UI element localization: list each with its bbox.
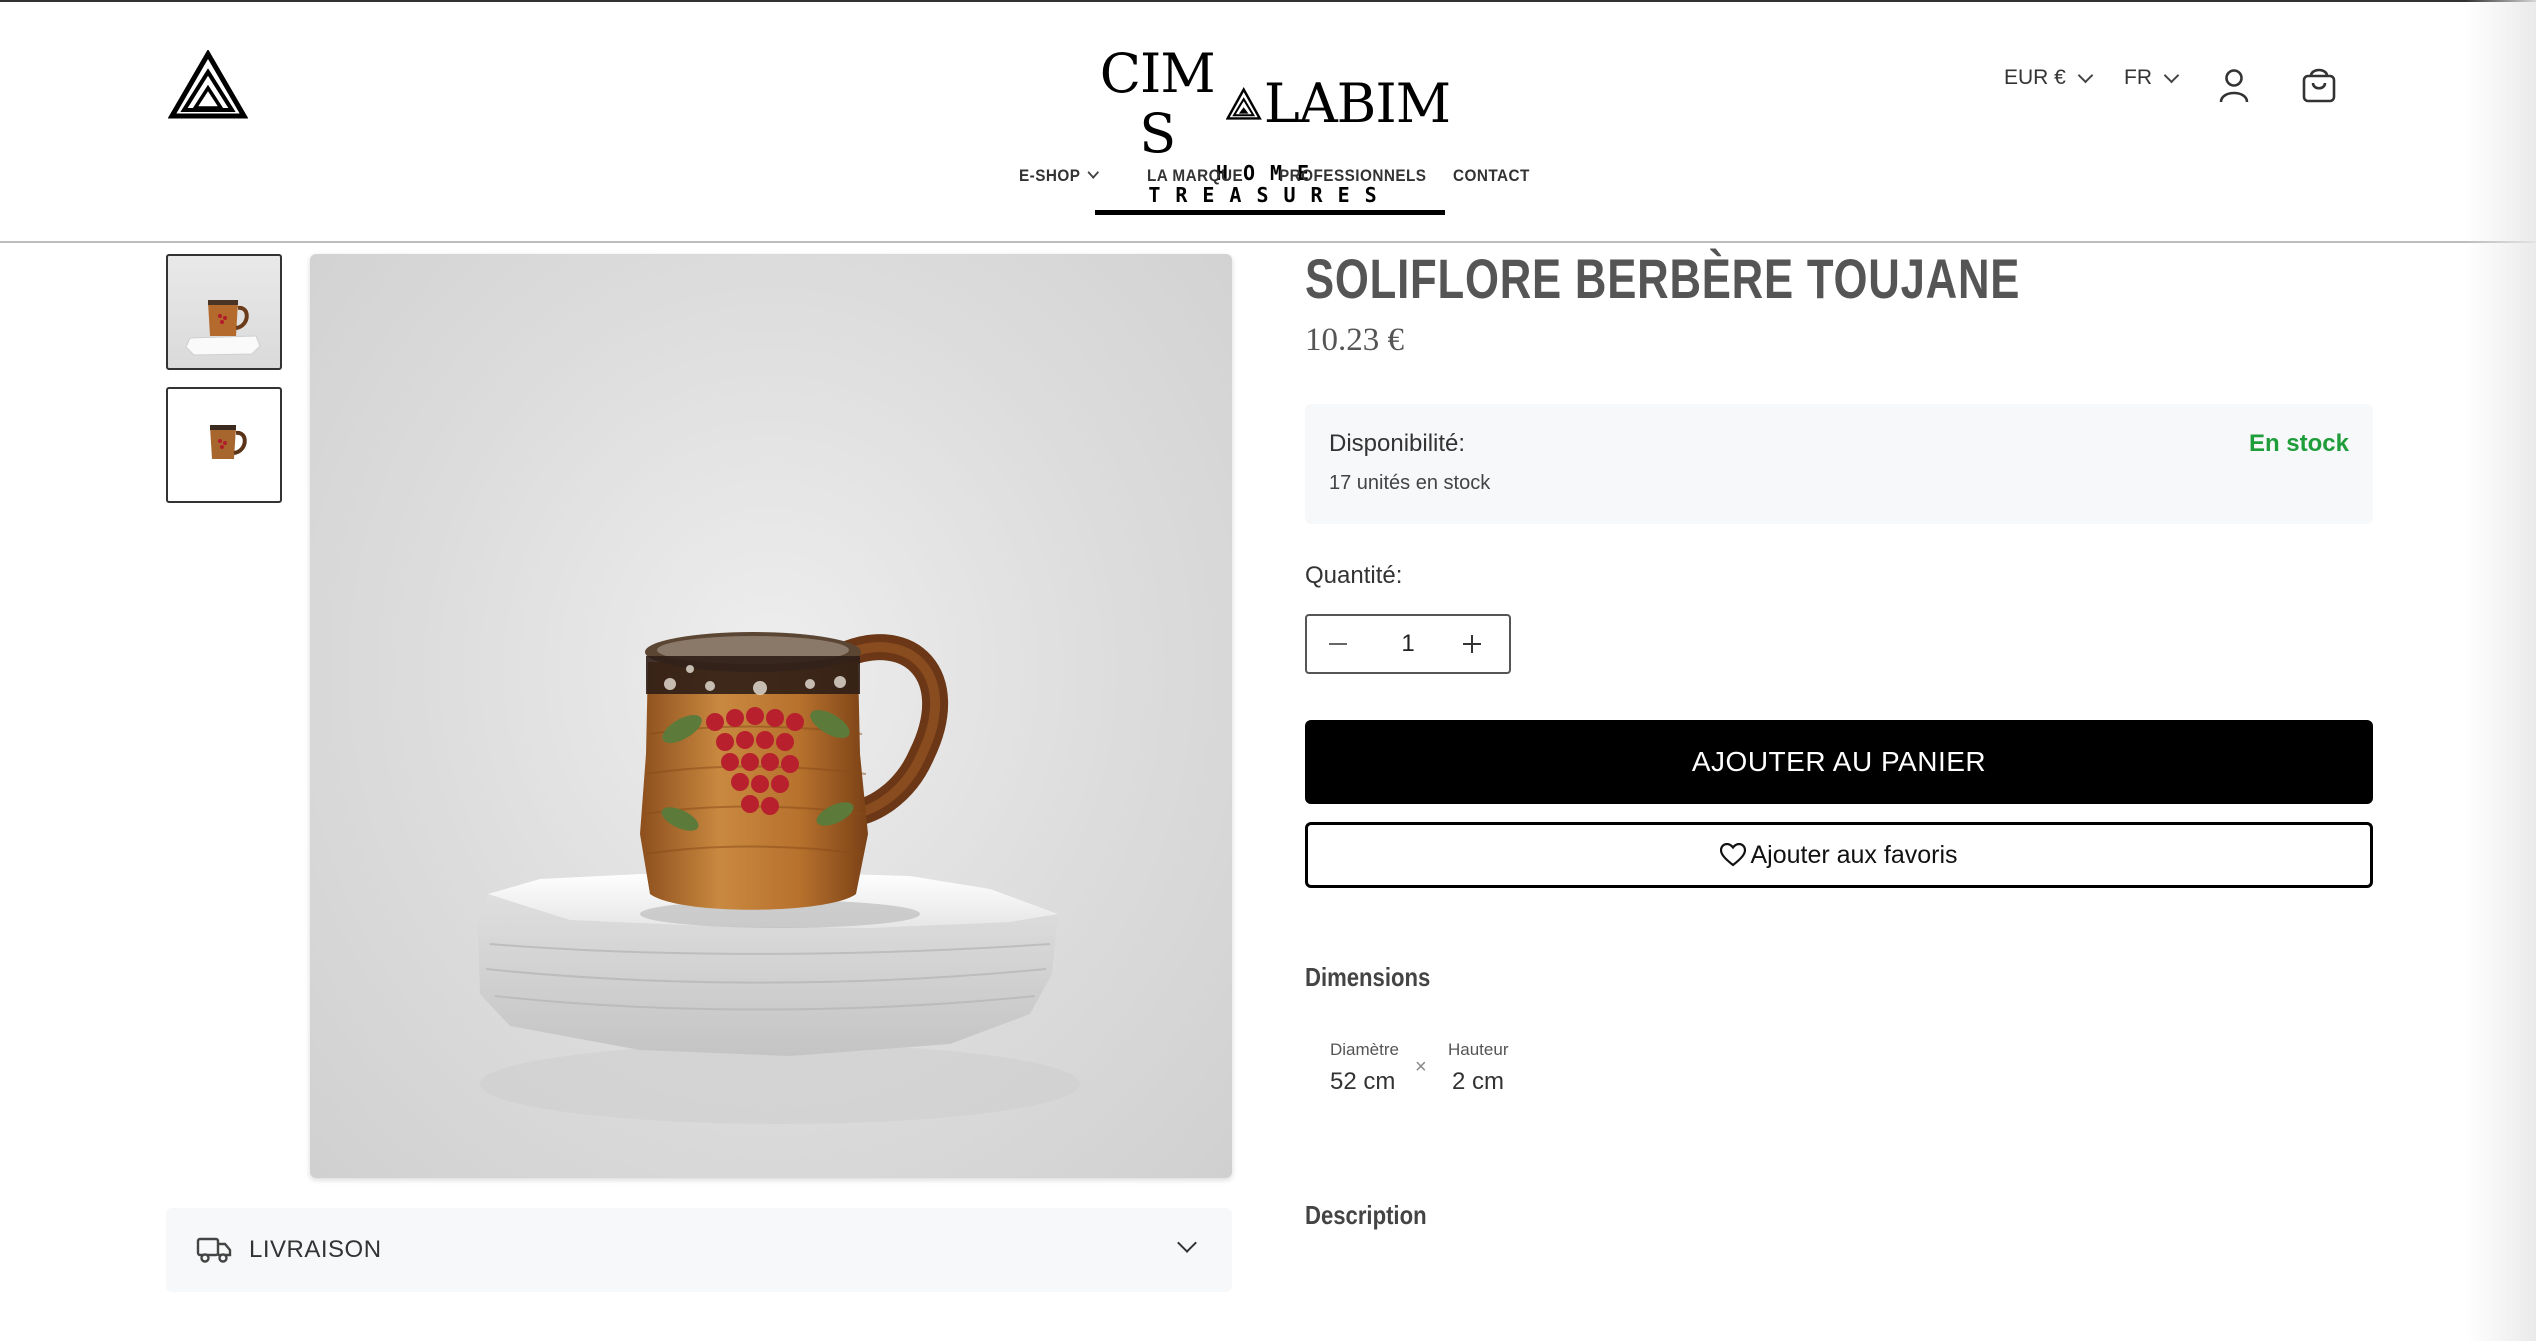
delivery-accordion[interactable]: LIVRAISON: [166, 1208, 1232, 1292]
nav-label: E-SHOP: [1019, 166, 1081, 185]
logo-underline: [1095, 210, 1445, 215]
quantity-label: Quantité:: [1305, 562, 1403, 589]
currency-label: EUR €: [2004, 66, 2066, 89]
brand-triangle-icon[interactable]: [168, 50, 248, 120]
description-heading: Description: [1305, 1200, 1427, 1230]
logo-text-left: CIM S: [1099, 42, 1216, 165]
availability-label: Disponibilité:: [1329, 430, 1466, 457]
chevron-down-icon: [2077, 67, 2094, 83]
nav-item-la-marque[interactable]: LA MARQUE: [1147, 166, 1243, 186]
nav-item-eshop[interactable]: E-SHOP: [1019, 166, 1100, 186]
mug-thumbnail: [210, 425, 247, 459]
product-main-image[interactable]: [310, 254, 1232, 1178]
nav-label: PROFESSIONNELS: [1279, 166, 1427, 185]
heart-icon: [1720, 843, 1747, 867]
stock-count: 17 unités en stock: [1329, 472, 1491, 494]
add-to-cart-label: AJOUTER AU PANIER: [1691, 746, 1987, 777]
nav-item-professionnels[interactable]: PROFESSIONNELS: [1279, 166, 1426, 186]
top-border: [0, 0, 2536, 2]
shopping-bag-icon[interactable]: [2301, 66, 2337, 104]
product-thumbnail-1[interactable]: [166, 254, 282, 370]
header-divider: [0, 241, 2536, 243]
logo-text-right: LABIM: [1263, 72, 1451, 135]
dimension-separator: ×: [1415, 1056, 1427, 1078]
nav-item-contact[interactable]: CONTACT: [1453, 166, 1530, 186]
site-logo[interactable]: CIM S LABIM HOME TREASURES: [1090, 44, 1451, 215]
nav-label: LA MARQUE: [1147, 166, 1244, 185]
currency-selector[interactable]: EUR €: [2004, 66, 2094, 90]
diameter-value: 52 cm: [1330, 1068, 1396, 1095]
favorites-label: Ajouter aux favoris: [1750, 840, 1958, 869]
truck-icon: [196, 1237, 232, 1263]
main-nav: E-SHOP LA MARQUE PROFESSIONNELS CONTACT: [0, 166, 2536, 196]
page-edge-shadow: [2466, 0, 2536, 1341]
language-label: FR: [2124, 66, 2152, 89]
product-title: SOLIFLORE BERBÈRE TOUJANE: [1305, 247, 2021, 310]
availability-box: Disponibilité: 17 unités en stock En sto…: [1305, 404, 2373, 524]
height-value: 2 cm: [1452, 1068, 1505, 1095]
dimensions-heading: Dimensions: [1305, 962, 1431, 992]
mug-on-stone-photo: [478, 632, 1080, 1124]
add-to-cart-button[interactable]: AJOUTER AU PANIER: [1305, 720, 2373, 804]
nav-label: CONTACT: [1453, 166, 1530, 185]
product-thumbnail-2[interactable]: [166, 387, 282, 503]
diameter-label: Diamètre: [1330, 1040, 1399, 1059]
add-to-favorites-button[interactable]: Ajouter aux favoris: [1305, 822, 2373, 888]
product-price: 10.23 €: [1305, 322, 1404, 358]
chevron-down-icon: [2163, 67, 2180, 83]
chevron-down-icon: [1177, 1233, 1197, 1253]
logo-triangle-icon: [1226, 87, 1262, 120]
delivery-label: LIVRAISON: [249, 1236, 382, 1263]
language-selector[interactable]: FR: [2124, 66, 2180, 90]
user-icon[interactable]: [2218, 68, 2250, 104]
plus-icon-vertical[interactable]: [1471, 635, 1473, 653]
mug-on-stone-thumbnail: [185, 300, 261, 356]
height-label: Hauteur: [1448, 1040, 1509, 1059]
stock-status-badge: En stock: [2248, 430, 2349, 457]
chevron-down-icon: [1087, 166, 1100, 179]
quantity-stepper: 1: [1305, 614, 1511, 674]
